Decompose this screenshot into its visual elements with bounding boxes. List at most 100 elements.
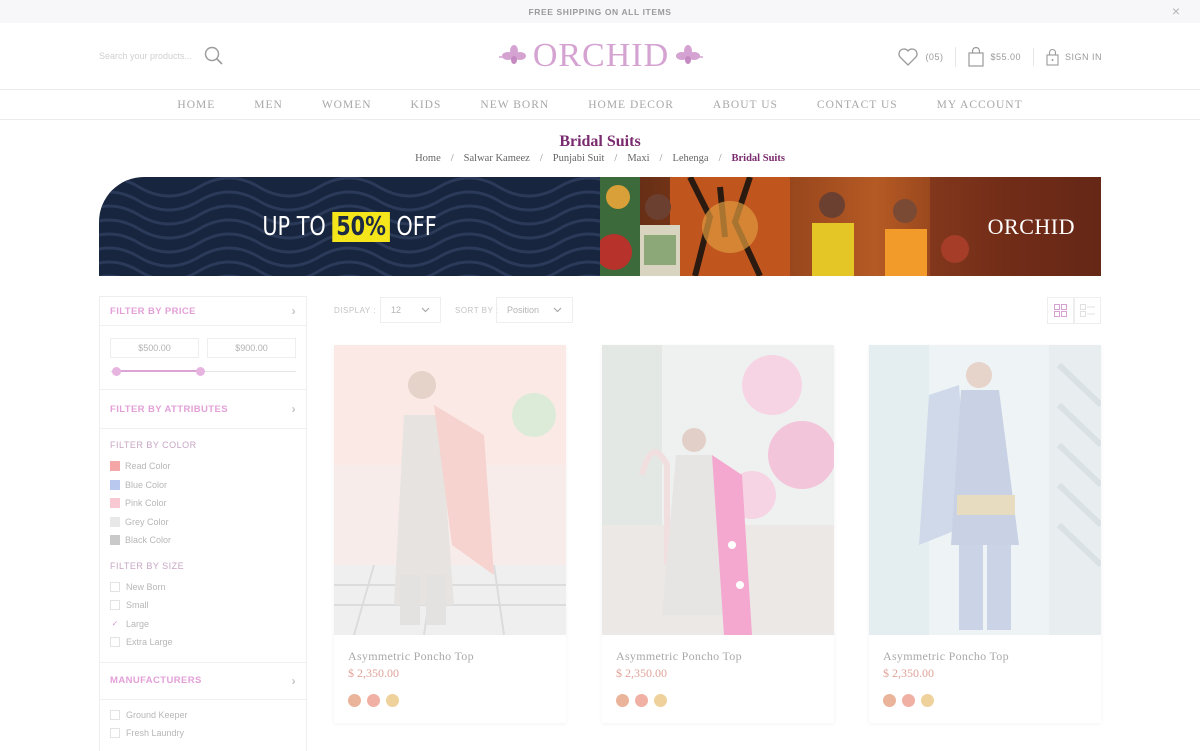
breadcrumb-separator: / [539,153,543,164]
promo-banner-photo: ORCHID [600,177,1101,276]
product-photo [869,345,1101,635]
product-image[interactable] [869,345,1101,635]
filter-attributes-toggle[interactable]: FILTER BY ATTRIBUTES › [100,390,306,428]
site-logo[interactable]: ORCHID [494,35,708,77]
display-select[interactable]: 12 [380,297,441,323]
checkbox[interactable] [110,709,120,720]
size-option-small[interactable]: Small [100,596,306,615]
size-label: New Born [126,581,166,592]
manufacturers-toggle[interactable]: MANUFACTURERS › [100,663,306,699]
listing-toolbar: DISPLAY : 12 SORT BY : Position [334,297,1101,324]
product-card[interactable]: Asymmetric Poncho Top $ 2,350.00 [602,345,834,723]
color-option-black[interactable]: Black Color [100,531,306,550]
nav-item-home[interactable]: HOME [177,99,215,111]
breadcrumb-link[interactable]: Maxi [627,153,649,164]
price-min-field[interactable]: $500.00 [110,338,199,358]
color-option-grey[interactable]: Grey Color [100,513,306,532]
nav-item-men[interactable]: MEN [254,99,283,111]
slider-min-handle[interactable] [112,367,121,376]
banner-logo: ORCHID [988,214,1075,240]
heart-icon [898,48,919,66]
color-swatch [110,516,120,527]
search-input[interactable] [99,51,203,61]
promo-suffix: OFF [396,211,437,242]
color-label: Grey Color [125,516,169,527]
color-option-blue[interactable]: Blue Color [100,476,306,495]
manufacturer-option[interactable]: Ground Keeper [100,706,306,725]
grid-view-button[interactable] [1047,297,1074,324]
size-option-extra-large[interactable]: Extra Large [100,633,306,652]
wishlist-button[interactable]: (05) [885,47,955,67]
checkbox[interactable] [110,728,120,739]
checkbox[interactable] [110,581,120,592]
nav-item-about-us[interactable]: ABOUT US [713,99,778,111]
cart-button[interactable]: $55.00 [955,47,1033,67]
product-price: $ 2,350.00 [616,666,667,680]
color-label: Black Color [125,535,172,546]
color-label: Read Color [125,461,171,472]
nav-item-my-account[interactable]: MY ACCOUNT [937,99,1023,111]
color-swatch [110,461,120,472]
product-image[interactable] [602,345,834,635]
swatch-dot[interactable] [921,694,934,707]
search-icon[interactable] [204,46,224,66]
swatch-dot[interactable] [367,694,380,707]
logo-wordmark: ORCHID [532,37,670,74]
nav-item-new-born[interactable]: NEW BORN [480,99,549,111]
product-name[interactable]: Asymmetric Poncho Top [883,649,1009,664]
size-label: Large [126,618,150,629]
breadcrumb-link[interactable]: Punjabi Suit [553,153,605,164]
swatch-dot[interactable] [635,694,648,707]
color-option-red[interactable]: Read Color [100,457,306,476]
price-range-inputs: $500.00 $900.00 [100,326,306,358]
color-label: Pink Color [125,498,167,509]
product-name[interactable]: Asymmetric Poncho Top [616,649,742,664]
display-label: DISPLAY : [334,306,376,315]
display-value: 12 [391,305,402,315]
checkbox-checked[interactable]: ✓ [110,619,120,629]
product-price: $ 2,350.00 [883,666,934,680]
manufacturer-label: Ground Keeper [126,709,188,720]
nav-item-home-decor[interactable]: HOME DECOR [588,99,674,111]
breadcrumb-link[interactable]: Lehenga [672,153,708,164]
product-card[interactable]: Asymmetric Poncho Top $ 2,350.00 [334,345,566,723]
breadcrumb-link[interactable]: Salwar Kameez [464,153,530,164]
size-option-large[interactable]: ✓ Large [100,615,306,634]
color-swatches [883,694,934,707]
color-option-pink[interactable]: Pink Color [100,494,306,513]
close-icon[interactable]: × [1172,3,1180,19]
breadcrumb-separator: / [450,153,454,164]
manufacturer-option[interactable]: Fresh Laundry [100,724,306,743]
breadcrumb: Home / Salwar Kameez / Punjabi Suit / Ma… [0,153,1200,164]
nav-item-contact-us[interactable]: CONTACT US [817,99,898,111]
sign-in-button[interactable]: SIGN IN [1032,48,1102,66]
sort-select[interactable]: Position [496,297,573,323]
breadcrumb-link[interactable]: Home [415,153,441,164]
swatch-dot[interactable] [348,694,361,707]
nav-item-kids[interactable]: KIDS [411,99,442,111]
swatch-dot[interactable] [654,694,667,707]
lock-icon [1046,49,1059,66]
filter-color-heading: FILTER BY COLOR [110,440,197,450]
nav-item-women[interactable]: WOMEN [322,99,372,111]
checkbox[interactable] [110,637,120,648]
promo-banner[interactable]: UP TO 50% OFF ORCHID [99,177,1101,276]
swatch-dot[interactable] [883,694,896,707]
product-photo [334,345,566,635]
list-view-button[interactable] [1074,297,1101,324]
swatch-dot[interactable] [616,694,629,707]
price-slider[interactable] [110,367,296,377]
swatch-dot[interactable] [386,694,399,707]
header-actions: (05) $55.00 SIGN IN [885,45,1102,69]
swatch-dot[interactable] [902,694,915,707]
filter-price-toggle[interactable]: FILTER BY PRICE › [100,297,306,325]
size-option-new-born[interactable]: New Born [100,578,306,597]
checkbox[interactable] [110,600,120,611]
slider-range-fill [116,370,200,372]
product-card[interactable]: Asymmetric Poncho Top $ 2,350.00 [869,345,1101,723]
product-name[interactable]: Asymmetric Poncho Top [348,649,474,664]
product-image[interactable] [334,345,566,635]
slider-max-handle[interactable] [196,367,205,376]
price-max-field[interactable]: $900.00 [207,338,296,358]
site-header: ORCHID (05) $55.00 [0,23,1200,90]
